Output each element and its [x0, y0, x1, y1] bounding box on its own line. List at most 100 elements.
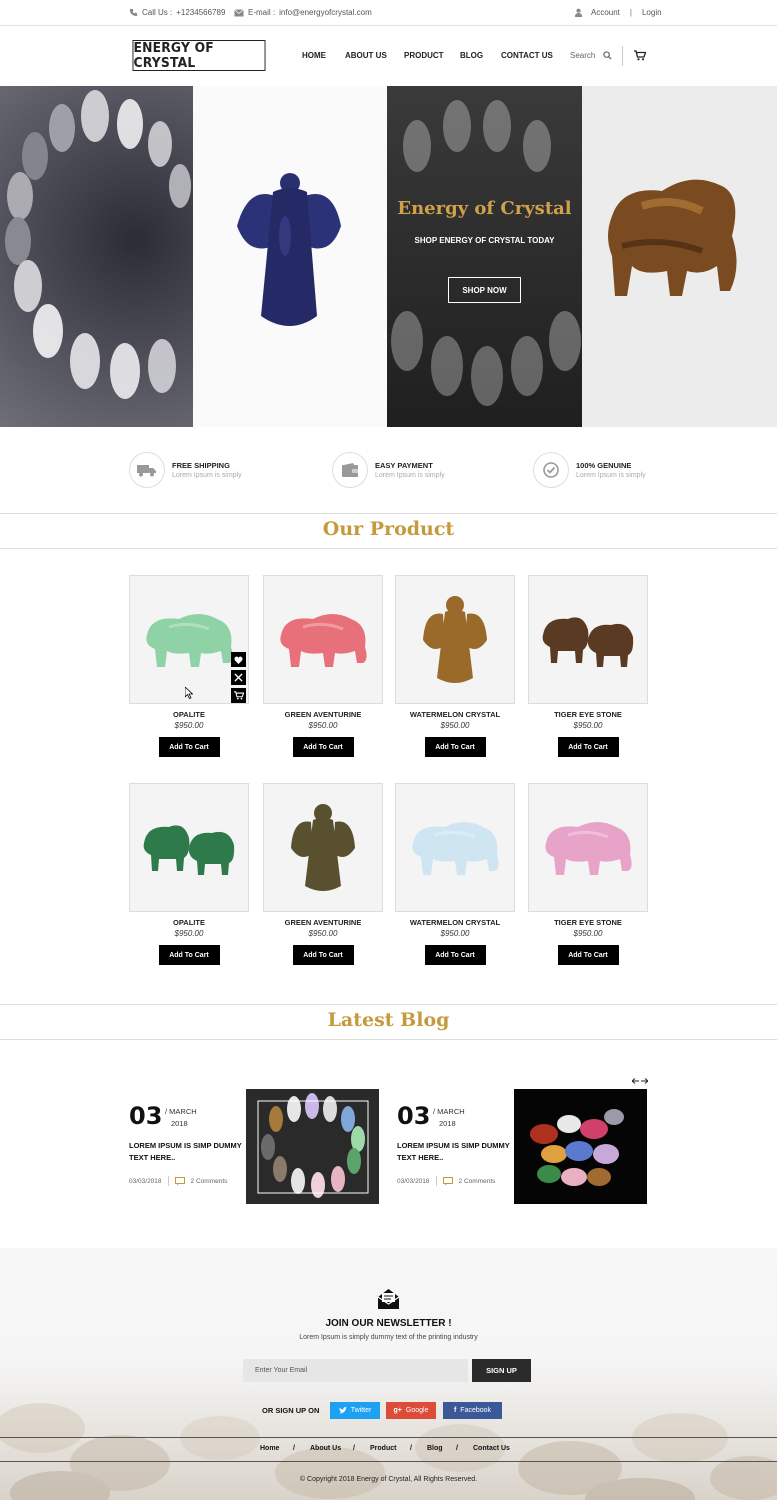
nav-home[interactable]: HOME — [302, 51, 326, 60]
facebook-icon: f — [453, 1407, 457, 1414]
add-to-cart-button[interactable]: Add To Cart — [424, 945, 486, 965]
twitter-label: Twitter — [350, 1407, 372, 1414]
search-icon[interactable] — [603, 51, 612, 60]
account-link[interactable]: Account — [591, 8, 620, 17]
email-address[interactable]: info@energyofcrystal.com — [279, 8, 372, 17]
product-image[interactable] — [395, 575, 515, 704]
blog-post-date: 03/03/2018 — [129, 1177, 162, 1185]
blog-image-tumbled-stones[interactable] — [514, 1089, 647, 1204]
footer-nav-blog[interactable]: Blog — [427, 1445, 443, 1452]
product-name[interactable]: WATERMELON CRYSTAL — [395, 710, 515, 719]
product-photo — [412, 821, 499, 875]
quick-cart-icon[interactable] — [231, 688, 246, 703]
newsletter-subtitle: Lorem Ipsum is simply dummy text of the … — [299, 1334, 478, 1341]
product-name[interactable]: GREEN AVENTURINE — [263, 710, 383, 719]
twitter-signup-button[interactable]: Twitter — [330, 1402, 380, 1419]
product-name[interactable]: TIGER EYE STONE — [528, 918, 648, 927]
add-to-cart-button[interactable]: Add To Cart — [158, 737, 220, 757]
add-to-cart-button[interactable]: Add To Cart — [557, 737, 619, 757]
product-name[interactable]: OPALITE — [129, 710, 249, 719]
phone-number[interactable]: +1234566789 — [176, 8, 225, 17]
social-signup-label: OR SIGN UP ON — [262, 1406, 320, 1415]
footer-nav-separator: / — [353, 1445, 355, 1452]
product-card[interactable]: WATERMELON CRYSTAL $950.00 Add To Cart — [395, 575, 515, 757]
arrows-icon[interactable] — [632, 1077, 648, 1085]
product-image[interactable] — [528, 783, 648, 912]
product-name[interactable]: OPALITE — [129, 918, 249, 927]
product-card[interactable]: GREEN AVENTURINE $950.00 Add To Cart — [263, 783, 383, 965]
blog-post-date: 03/03/2018 — [397, 1177, 430, 1185]
add-to-cart-button[interactable]: Add To Cart — [557, 945, 619, 965]
hero-subtitle: SHOP ENERGY OF CRYSTAL TODAY — [414, 236, 555, 245]
phone-icon — [129, 8, 138, 17]
header-divider — [622, 46, 623, 66]
hero-image-angel-circle — [0, 86, 193, 427]
twitter-icon — [338, 1407, 347, 1414]
product-card[interactable]: TIGER EYE STONE $950.00 Add To Cart — [528, 783, 648, 965]
product-image[interactable] — [129, 783, 249, 912]
product-name[interactable]: GREEN AVENTURINE — [263, 918, 383, 927]
nav-contact-us[interactable]: CONTACT US — [501, 51, 553, 60]
nav-product[interactable]: PRODUCT — [404, 51, 444, 60]
call-label: Call Us : — [142, 8, 173, 17]
blog-post-title[interactable]: LOREM IPSUM IS SIMP DUMMY TEXT HERE.. — [397, 1140, 512, 1164]
meta-divider — [167, 1176, 169, 1186]
header: ENERGY OF CRYSTAL HOME ABOUT US PRODUCT … — [0, 26, 777, 86]
wishlist-heart-icon[interactable] — [231, 652, 246, 667]
product-price: $950.00 — [440, 929, 470, 938]
feature-genuine: 100% GENUINE Lorem Ipsum is simply — [533, 452, 646, 488]
shop-now-button[interactable]: SHOP NOW — [448, 277, 521, 303]
search-box[interactable]: Search — [570, 51, 612, 60]
add-to-cart-button[interactable]: Add To Cart — [158, 945, 220, 965]
product-image[interactable] — [129, 575, 249, 704]
nav-blog[interactable]: BLOG — [460, 51, 483, 60]
add-to-cart-button[interactable]: Add To Cart — [292, 737, 354, 757]
google-label: Google — [405, 1407, 429, 1414]
blog-image-crystal-circle[interactable] — [246, 1089, 379, 1204]
product-card[interactable]: WATERMELON CRYSTAL $950.00 Add To Cart — [395, 783, 515, 965]
blog-date-block: / MARCH 2018 — [165, 1106, 197, 1130]
product-name[interactable]: WATERMELON CRYSTAL — [395, 918, 515, 927]
section-divider — [0, 548, 777, 549]
facebook-signup-button[interactable]: f Facebook — [443, 1402, 502, 1419]
blog-comments[interactable]: 2 Comments — [459, 1178, 496, 1185]
footer-nav-contact-us[interactable]: Contact Us — [473, 1445, 510, 1452]
product-name[interactable]: TIGER EYE STONE — [528, 710, 648, 719]
product-price: $950.00 — [308, 721, 338, 730]
footer-nav-separator: / — [410, 1445, 412, 1452]
product-card[interactable]: OPALITE $950.00 Add To Cart — [129, 783, 249, 965]
footer-divider-bottom — [0, 1461, 777, 1462]
product-card[interactable]: OPALITE $950.00 Add To Cart — [129, 575, 249, 757]
footer-divider-top — [0, 1437, 777, 1438]
add-to-cart-button[interactable]: Add To Cart — [424, 737, 486, 757]
login-link[interactable]: Login — [642, 8, 662, 17]
nav-about-us[interactable]: ABOUT US — [345, 51, 387, 60]
footer-nav-product[interactable]: Product — [370, 1445, 396, 1452]
product-image[interactable] — [528, 575, 648, 704]
search-placeholder[interactable]: Search — [570, 51, 595, 60]
product-image[interactable] — [395, 783, 515, 912]
product-price: $950.00 — [174, 721, 204, 730]
product-image[interactable] — [263, 783, 383, 912]
blog-post-title[interactable]: LOREM IPSUM IS SIMP DUMMY TEXT HERE.. — [129, 1140, 244, 1164]
blog-month: / MARCH — [165, 1107, 197, 1116]
product-card[interactable]: TIGER EYE STONE $950.00 Add To Cart — [528, 575, 648, 757]
section-divider — [0, 1004, 777, 1005]
add-to-cart-button[interactable]: Add To Cart — [292, 945, 354, 965]
blog-section-title: Latest Blog — [327, 1009, 450, 1031]
footer-nav-home[interactable]: Home — [260, 1445, 279, 1452]
compare-icon[interactable] — [231, 670, 246, 685]
footer-nav-about-us[interactable]: About Us — [310, 1445, 341, 1452]
blog-year: 2018 — [171, 1119, 188, 1128]
hero-banner: Energy of Crystal SHOP ENERGY OF CRYSTAL… — [0, 86, 777, 427]
newsletter-section: JOIN OUR NEWSLETTER ! Lorem Ipsum is sim… — [0, 1248, 777, 1500]
site-logo[interactable]: ENERGY OF CRYSTAL — [132, 40, 266, 71]
product-image[interactable] — [263, 575, 383, 704]
newsletter-email-input[interactable]: Enter Your Email — [243, 1359, 468, 1382]
product-card[interactable]: GREEN AVENTURINE $950.00 Add To Cart — [263, 575, 383, 757]
newsletter-signup-button[interactable]: SIGN UP — [472, 1359, 531, 1382]
cart-icon[interactable] — [634, 50, 646, 61]
blog-comments[interactable]: 2 Comments — [191, 1178, 228, 1185]
google-signup-button[interactable]: g+ Google — [386, 1402, 436, 1419]
product-photo — [542, 616, 634, 667]
